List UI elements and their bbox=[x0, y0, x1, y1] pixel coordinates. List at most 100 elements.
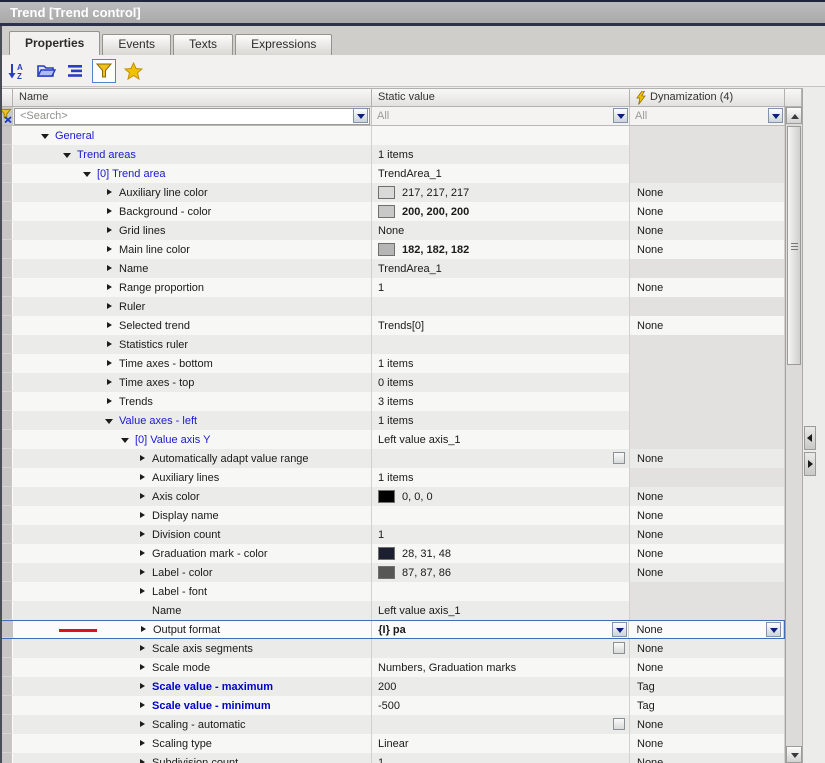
dynamization-cell[interactable]: None bbox=[630, 753, 785, 763]
property-row[interactable]: Label - color87, 87, 86None bbox=[0, 563, 785, 582]
expand-arrow-icon[interactable] bbox=[138, 720, 147, 729]
search-dropdown-button[interactable] bbox=[353, 108, 368, 123]
tab-properties[interactable]: Properties bbox=[9, 31, 100, 55]
column-header-static-value[interactable]: Static value bbox=[372, 88, 630, 107]
static-value-cell[interactable]: 1 items bbox=[372, 354, 630, 373]
expand-arrow-icon[interactable] bbox=[105, 359, 114, 368]
property-row[interactable]: NameTrendArea_1 bbox=[0, 259, 785, 278]
checkbox[interactable] bbox=[613, 642, 625, 654]
dynamization-cell[interactable] bbox=[630, 259, 785, 278]
expand-arrow-icon[interactable] bbox=[138, 758, 147, 763]
property-row[interactable]: Value axes - left1 items bbox=[0, 411, 785, 430]
column-header-name[interactable]: Name bbox=[13, 88, 372, 107]
expand-arrow-icon[interactable] bbox=[138, 530, 147, 539]
static-value-cell[interactable]: 0 items bbox=[372, 373, 630, 392]
dynamization-cell[interactable]: Tag bbox=[630, 677, 785, 696]
expand-arrow-icon[interactable] bbox=[105, 340, 114, 349]
dynamization-cell[interactable] bbox=[630, 145, 785, 164]
dynamization-cell[interactable] bbox=[630, 392, 785, 411]
static-value-cell[interactable]: Left value axis_1 bbox=[372, 601, 630, 620]
dynamization-filter-select[interactable]: All bbox=[630, 110, 784, 122]
static-filter-select[interactable]: All bbox=[372, 110, 629, 122]
dynamization-cell[interactable]: None bbox=[630, 506, 785, 525]
expand-arrow-icon[interactable] bbox=[138, 587, 147, 596]
static-value-cell[interactable]: TrendArea_1 bbox=[372, 164, 630, 183]
property-row[interactable]: General bbox=[0, 126, 785, 145]
property-row[interactable]: Division count1None bbox=[0, 525, 785, 544]
dynamization-cell[interactable]: None bbox=[630, 715, 785, 734]
scroll-up-button[interactable] bbox=[786, 107, 802, 124]
expand-arrow-icon[interactable] bbox=[105, 264, 114, 273]
static-value-cell[interactable]: 200 bbox=[372, 677, 630, 696]
tab-events[interactable]: Events bbox=[102, 34, 171, 55]
property-row[interactable]: Selected trendTrends[0]None bbox=[0, 316, 785, 335]
static-value-cell[interactable] bbox=[372, 715, 630, 734]
dynamization-cell[interactable] bbox=[630, 164, 785, 183]
static-value-cell[interactable]: 217, 217, 217 bbox=[372, 183, 630, 202]
property-row[interactable]: Auxiliary lines1 items bbox=[0, 468, 785, 487]
dynamization-cell[interactable]: None bbox=[630, 316, 785, 335]
collapse-arrow-icon[interactable] bbox=[83, 169, 92, 178]
static-value-cell[interactable]: 28, 31, 48 bbox=[372, 544, 630, 563]
static-value-cell[interactable]: Numbers, Graduation marks bbox=[372, 658, 630, 677]
property-row[interactable]: NameLeft value axis_1 bbox=[0, 601, 785, 620]
column-header-dynamization[interactable]: Dynamization (4) bbox=[630, 88, 785, 107]
scrollbar-thumb[interactable] bbox=[787, 126, 801, 365]
expand-arrow-icon[interactable] bbox=[138, 701, 147, 710]
property-row[interactable]: Display nameNone bbox=[0, 506, 785, 525]
property-row[interactable]: Automatically adapt value rangeNone bbox=[0, 449, 785, 468]
static-value-cell[interactable]: TrendArea_1 bbox=[372, 259, 630, 278]
static-value-cell[interactable] bbox=[372, 639, 630, 658]
static-value-cell[interactable]: 1 bbox=[372, 278, 630, 297]
dynamization-filter-dropdown-button[interactable] bbox=[768, 108, 783, 123]
dynamization-cell[interactable] bbox=[630, 582, 785, 601]
search-input[interactable]: <Search> bbox=[14, 108, 370, 125]
dynamization-cell[interactable] bbox=[630, 126, 785, 145]
dynamization-cell[interactable]: None bbox=[630, 563, 785, 582]
dynamization-dropdown-button[interactable] bbox=[766, 622, 781, 637]
property-row[interactable]: Trend areas1 items bbox=[0, 145, 785, 164]
property-row[interactable]: Scaling - automaticNone bbox=[0, 715, 785, 734]
static-value-cell[interactable] bbox=[372, 582, 630, 601]
dynamization-cell[interactable]: None bbox=[630, 202, 785, 221]
expand-arrow-icon[interactable] bbox=[105, 397, 114, 406]
expand-arrow-icon[interactable] bbox=[105, 245, 114, 254]
dynamization-cell[interactable] bbox=[630, 297, 785, 316]
property-row[interactable]: Scale value - minimum-500Tag bbox=[0, 696, 785, 715]
dynamization-cell[interactable] bbox=[630, 335, 785, 354]
collapse-arrow-icon[interactable] bbox=[121, 435, 130, 444]
checkbox[interactable] bbox=[613, 718, 625, 730]
dynamization-cell[interactable]: None bbox=[630, 525, 785, 544]
property-row[interactable]: Auxiliary line color217, 217, 217None bbox=[0, 183, 785, 202]
dynamization-cell[interactable]: None bbox=[630, 487, 785, 506]
tab-expressions[interactable]: Expressions bbox=[235, 34, 332, 55]
property-row[interactable]: Range proportion1None bbox=[0, 278, 785, 297]
folder-view-button[interactable] bbox=[34, 59, 58, 83]
tab-texts[interactable]: Texts bbox=[173, 34, 233, 55]
expand-arrow-icon[interactable] bbox=[105, 283, 114, 292]
expand-arrow-icon[interactable] bbox=[138, 682, 147, 691]
static-value-cell[interactable]: -500 bbox=[372, 696, 630, 715]
property-row[interactable]: Ruler bbox=[0, 297, 785, 316]
static-value-cell[interactable] bbox=[372, 506, 630, 525]
property-row[interactable]: Statistics ruler bbox=[0, 335, 785, 354]
property-row[interactable]: Scaling typeLinearNone bbox=[0, 734, 785, 753]
expand-arrow-icon[interactable] bbox=[105, 378, 114, 387]
static-value-cell[interactable]: 182, 182, 182 bbox=[372, 240, 630, 259]
static-value-cell[interactable]: Linear bbox=[372, 734, 630, 753]
static-value-cell[interactable]: 1 items bbox=[372, 411, 630, 430]
property-row[interactable]: Main line color182, 182, 182None bbox=[0, 240, 785, 259]
expand-arrow-icon[interactable] bbox=[138, 663, 147, 672]
dynamization-cell[interactable]: None bbox=[630, 278, 785, 297]
property-row[interactable]: Trends3 items bbox=[0, 392, 785, 411]
expand-arrow-icon[interactable] bbox=[138, 644, 147, 653]
sort-az-button[interactable]: A Z bbox=[5, 59, 29, 83]
expand-arrow-icon[interactable] bbox=[138, 492, 147, 501]
property-row[interactable]: Time axes - bottom1 items bbox=[0, 354, 785, 373]
static-value-cell[interactable]: {I} pa bbox=[372, 621, 629, 638]
property-row[interactable]: Subdivision count1None bbox=[0, 753, 785, 763]
property-row[interactable]: Time axes - top0 items bbox=[0, 373, 785, 392]
property-row[interactable]: Scale value - maximum200Tag bbox=[0, 677, 785, 696]
expand-arrow-icon[interactable] bbox=[138, 454, 147, 463]
property-row[interactable]: Scale axis segmentsNone bbox=[0, 639, 785, 658]
